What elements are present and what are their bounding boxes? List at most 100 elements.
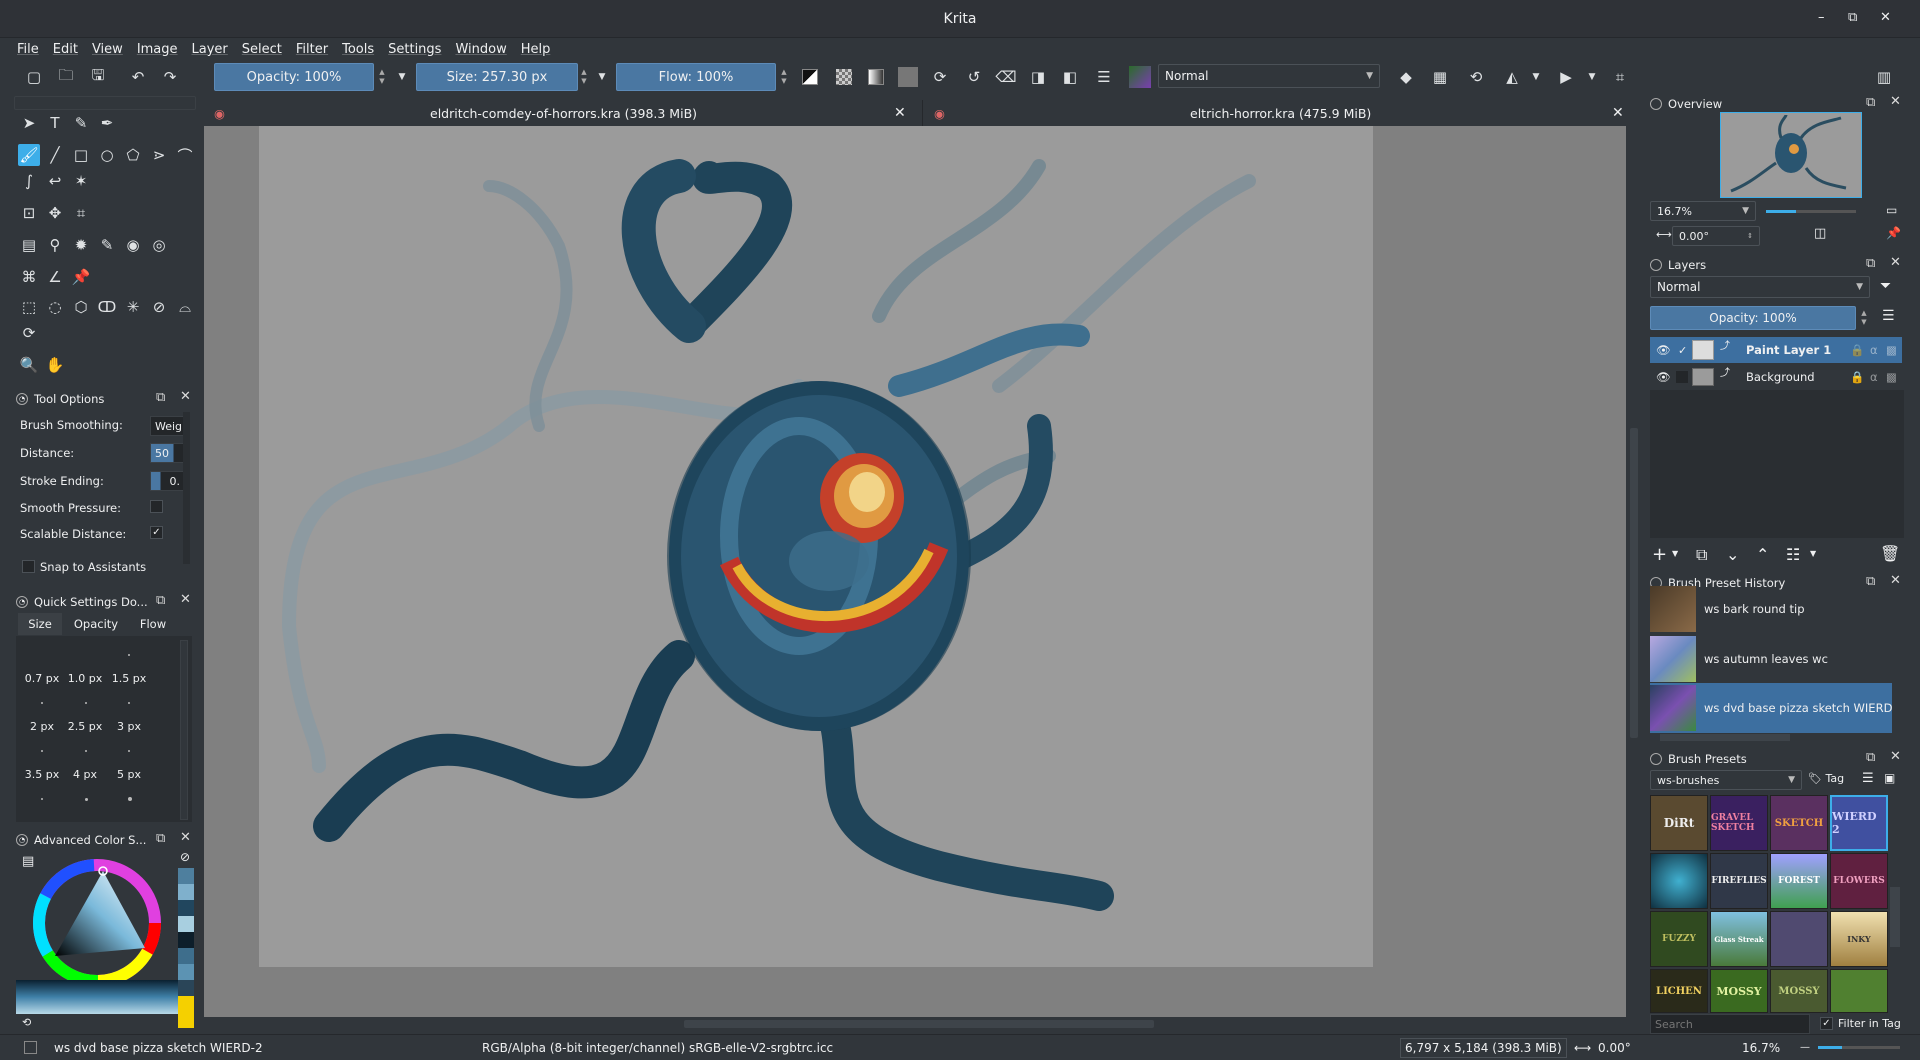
rotate-ccw-icon[interactable]: ↺ xyxy=(964,66,984,88)
menu-settings[interactable]: Settings xyxy=(381,42,448,57)
opacity-spin[interactable]: ▲ ▼ xyxy=(376,63,388,91)
color-patches[interactable] xyxy=(16,980,178,1014)
float-dock-icon[interactable]: ⧉ xyxy=(1866,95,1875,110)
duplicate-layer-icon[interactable]: ⧉ xyxy=(1696,545,1707,565)
size-slider[interactable]: Size: 257.30 px xyxy=(416,63,578,91)
color-picker-icon[interactable]: ⚲ xyxy=(44,234,66,256)
tag-set-select[interactable]: ws-brushes ▼ xyxy=(1650,770,1802,790)
fill-tool-icon[interactable]: ◉ xyxy=(122,234,144,256)
fg-bg-color-icon[interactable] xyxy=(800,66,820,88)
opacity-slider[interactable]: Opacity: 100% xyxy=(214,63,374,91)
chevron-down-icon[interactable]: ▼ xyxy=(592,66,612,88)
pin-icon[interactable]: 📌 xyxy=(1886,226,1901,240)
preset-fuzzy[interactable]: FUZZY xyxy=(1650,911,1708,967)
size-spin[interactable]: ▲ ▼ xyxy=(578,63,590,91)
size-preset[interactable]: 4 px xyxy=(67,768,103,781)
freehand-select-icon[interactable]: ↀ xyxy=(96,296,118,318)
calligraphy-icon[interactable]: ✒ xyxy=(96,112,118,134)
layer-name[interactable]: Background xyxy=(1746,370,1815,384)
tab-flow[interactable]: Flow xyxy=(130,613,176,635)
preset-fireflies[interactable]: FIREFLIES xyxy=(1710,853,1768,909)
overview-thumbnail[interactable] xyxy=(1720,112,1862,198)
add-layer-icon[interactable]: + xyxy=(1652,544,1667,565)
pattern-icon[interactable] xyxy=(834,66,854,88)
tab-size[interactable]: Size xyxy=(18,613,62,635)
overview-zoom-select[interactable]: 16.7% ▼ xyxy=(1650,201,1756,221)
clear-history-icon[interactable]: ⊘ xyxy=(180,850,190,864)
layer-name[interactable]: Paint Layer 1 xyxy=(1746,343,1831,357)
menu-help[interactable]: Help xyxy=(514,42,558,57)
dock-lock-icon[interactable] xyxy=(1650,98,1662,110)
stroke-ending-slider[interactable]: 0. xyxy=(150,471,184,491)
document-tab-2[interactable]: ◉ xyxy=(934,101,945,125)
document-tab-1[interactable]: ◉ xyxy=(214,101,233,125)
brush-smoothing-select[interactable]: Weig xyxy=(150,416,184,436)
transform-tool-icon[interactable]: ⊡ xyxy=(18,202,40,224)
enclose-fill-icon[interactable]: ◎ xyxy=(148,234,170,256)
close-dock-icon[interactable]: ✕ xyxy=(180,830,191,845)
scalable-distance-checkbox[interactable]: ✓ xyxy=(150,526,163,539)
bezier-tool-icon[interactable]: ⌒ xyxy=(174,144,196,166)
distance-slider[interactable]: 50 xyxy=(150,443,184,463)
snap-assistants-checkbox[interactable] xyxy=(22,560,35,573)
tool-options-scrollbar[interactable] xyxy=(183,412,190,564)
close-tab-icon[interactable]: ✕ xyxy=(894,101,906,125)
filter-in-tag-checkbox[interactable]: ✓ xyxy=(1820,1017,1833,1030)
overview-zoom-slider[interactable] xyxy=(1766,210,1856,213)
layer-menu-icon[interactable]: ☰ xyxy=(1882,308,1895,324)
quick-settings-scrollbar[interactable] xyxy=(180,640,188,820)
color-history-strip[interactable] xyxy=(178,868,194,1028)
move-layer-up-icon[interactable]: ⌃ xyxy=(1756,545,1769,564)
layer-selected-check[interactable]: ✓ xyxy=(1678,344,1687,357)
close-tab-icon[interactable]: ✕ xyxy=(1612,101,1624,125)
reload-preset-icon[interactable]: ⟳ xyxy=(930,66,950,88)
refresh-icon[interactable]: ⟲ xyxy=(22,1016,31,1029)
layer-selected-check[interactable] xyxy=(1676,371,1688,383)
float-dock-icon[interactable]: ⧉ xyxy=(156,390,165,405)
dock-lock-icon[interactable] xyxy=(1650,259,1662,271)
canvas-image[interactable] xyxy=(259,126,1373,967)
canvas-hscrollbar[interactable] xyxy=(204,1018,1626,1030)
preset-dirt[interactable]: DiRt xyxy=(1650,795,1708,851)
close-dock-icon[interactable]: ✕ xyxy=(180,389,191,404)
smart-patch-icon[interactable]: ✹ xyxy=(70,234,92,256)
undo-icon[interactable]: ↶ xyxy=(128,66,148,88)
preset-glass-streak[interactable]: Glass Streak xyxy=(1710,911,1768,967)
measure-tool-icon[interactable]: ∠ xyxy=(44,266,66,288)
preset-grass[interactable] xyxy=(1830,969,1888,1013)
alpha-inherit-icon[interactable]: α xyxy=(1870,370,1878,384)
preset-mossy-2[interactable]: MOSSY xyxy=(1770,969,1828,1013)
assistant-tool-icon[interactable]: ⌘ xyxy=(18,266,40,288)
chevron-down-icon[interactable]: ▼ xyxy=(1810,549,1816,558)
zoom-tool-icon[interactable]: 🔍 xyxy=(18,354,40,376)
status-colorspace[interactable]: RGB/Alpha (8-bit integer/channel) sRGB-e… xyxy=(482,1041,833,1055)
gradient-tool-icon[interactable]: ▤ xyxy=(18,234,40,256)
close-dock-icon[interactable]: ✕ xyxy=(180,592,191,607)
freehand-path-icon[interactable]: ∫ xyxy=(18,170,40,192)
reference-images-icon[interactable]: 📌 xyxy=(70,266,92,288)
menu-file[interactable]: File xyxy=(10,42,46,57)
menu-layer[interactable]: Layer xyxy=(185,42,235,57)
rect-select-icon[interactable]: ⬚ xyxy=(18,296,40,318)
text-tool-icon[interactable]: T xyxy=(44,112,66,134)
brush-editor-icon[interactable]: ☰ xyxy=(1094,66,1114,88)
contiguous-select-icon[interactable]: ✳ xyxy=(122,296,144,318)
eraser-mode-icon[interactable]: ⌫ xyxy=(995,66,1016,88)
preset-forest[interactable]: FOREST xyxy=(1770,853,1828,909)
dock-lock-icon[interactable]: ◔ xyxy=(16,834,28,846)
preset-inky[interactable]: INKY xyxy=(1830,911,1888,967)
size-preset[interactable]: 2.5 px xyxy=(67,720,103,733)
ellipse-select-icon[interactable]: ◌ xyxy=(44,296,66,318)
eraser-icon[interactable]: ◆ xyxy=(1396,66,1416,88)
polyline-tool-icon[interactable]: ⋗ xyxy=(148,144,170,166)
size-preset[interactable]: 3.5 px xyxy=(24,768,60,781)
tag-button[interactable]: 🏷 Tag xyxy=(1808,772,1844,785)
redo-icon[interactable]: ↷ xyxy=(160,66,180,88)
save-icon[interactable]: 🖫 xyxy=(88,66,108,88)
tab-opacity[interactable]: Opacity xyxy=(68,613,124,635)
history-item-wierd[interactable]: ws dvd base pizza sketch WIERD-2 xyxy=(1650,683,1892,733)
menu-filter[interactable]: Filter xyxy=(289,42,335,57)
canvas-vscrollbar[interactable] xyxy=(1628,128,1640,1016)
freehand-brush-icon[interactable]: 🖌 xyxy=(18,144,40,166)
menu-tools[interactable]: Tools xyxy=(335,42,381,57)
